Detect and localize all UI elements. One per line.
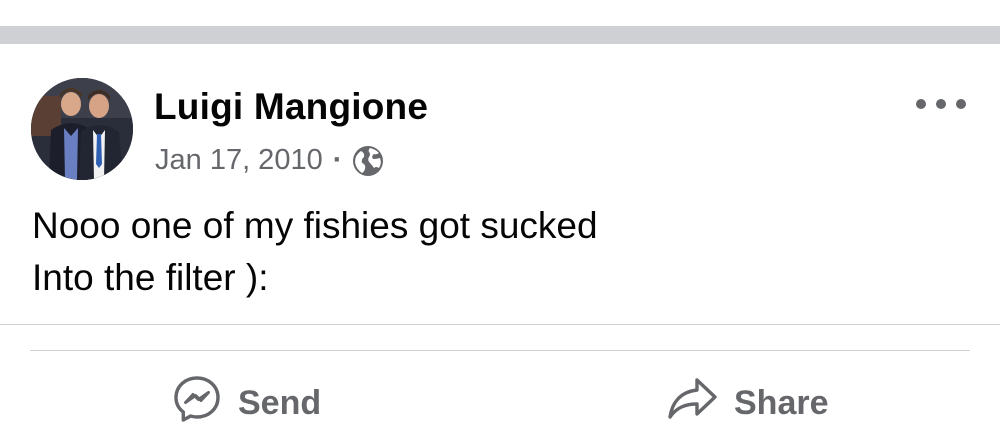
- top-spacer: [0, 0, 1000, 26]
- more-dot: [916, 99, 926, 109]
- author-name[interactable]: Luigi Mangione: [154, 86, 428, 128]
- post-meta: Jan 17, 2010 ·: [155, 144, 384, 177]
- messenger-icon: [172, 374, 238, 433]
- feed-separator: [0, 26, 1000, 44]
- share-arrow-icon: [666, 376, 734, 431]
- globe-icon: [352, 145, 384, 177]
- post-text-line: Nooo one of my fishies got sucked: [32, 205, 598, 246]
- post-card: Luigi Mangione Jan 17, 2010 · Nooo one o…: [0, 44, 1000, 444]
- avatar[interactable]: [31, 78, 133, 180]
- share-button[interactable]: Share: [666, 372, 829, 434]
- actions-divider: [30, 350, 970, 351]
- meta-separator: ·: [332, 144, 343, 176]
- send-label: Send: [238, 383, 322, 422]
- post-text-line: Into the filter ):: [32, 257, 269, 298]
- more-dot: [956, 99, 966, 109]
- send-button[interactable]: Send: [172, 372, 321, 434]
- post-divider: [0, 324, 1000, 325]
- more-options-icon[interactable]: [916, 92, 966, 116]
- share-label: Share: [734, 383, 829, 422]
- more-dot: [936, 99, 946, 109]
- post-date[interactable]: Jan 17, 2010: [155, 144, 323, 177]
- post-text: Nooo one of my fishies got sucked Into t…: [32, 200, 598, 304]
